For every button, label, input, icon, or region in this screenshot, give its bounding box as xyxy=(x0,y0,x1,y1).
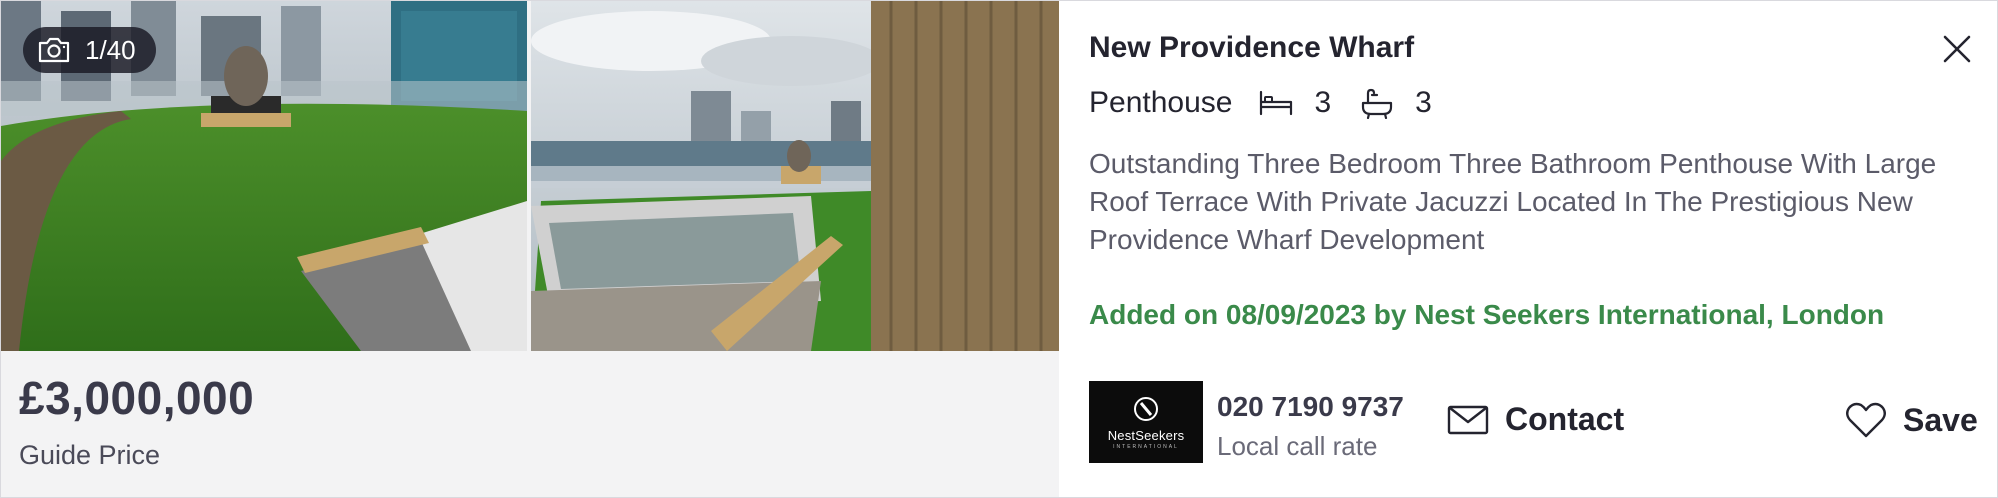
price-qualifier: Guide Price xyxy=(19,440,161,470)
photo-gallery[interactable]: 1/40 xyxy=(1,1,1059,351)
agent-logo-subtext: INTERNATIONAL xyxy=(1113,443,1179,450)
contact-button[interactable]: Contact xyxy=(1447,401,1624,438)
bedroom-count: 3 xyxy=(1314,86,1332,119)
envelope-icon xyxy=(1447,405,1489,434)
bath-icon xyxy=(1362,88,1393,119)
property-title[interactable]: New Providence Wharf xyxy=(1089,31,1414,65)
agent-contact-row: NestSeekers INTERNATIONAL 020 7190 9737 … xyxy=(1089,381,1978,463)
details-panel: New Providence Wharf Penthouse 3 3 Outst… xyxy=(1059,1,1997,497)
price: £3,000,000 xyxy=(19,372,255,424)
hot-tub-photo xyxy=(531,1,1059,351)
gallery-image-2[interactable] xyxy=(531,1,1059,351)
bathroom-count: 3 xyxy=(1415,86,1432,119)
added-by-agent: Added on 08/09/2023 by Nest Seekers Inte… xyxy=(1089,299,1885,330)
agent-logo[interactable]: NestSeekers INTERNATIONAL xyxy=(1089,381,1203,463)
photo-counter-button[interactable]: 1/40 xyxy=(23,27,156,73)
save-button[interactable]: Save xyxy=(1845,401,1978,439)
bed-icon xyxy=(1260,90,1293,116)
heart-icon xyxy=(1846,402,1886,438)
photo-counter-text: 1/40 xyxy=(85,34,136,65)
property-card: 1/40 £3,000,000 Guide Price New Providen… xyxy=(0,0,1998,498)
media-panel: 1/40 £3,000,000 Guide Price xyxy=(1,1,1059,497)
save-button-label: Save xyxy=(1903,401,1978,438)
contact-button-label: Contact xyxy=(1505,401,1625,437)
property-description: Outstanding Three Bedroom Three Bathroom… xyxy=(1089,148,1937,255)
agent-logo-text: NestSeekers xyxy=(1107,427,1185,443)
call-rate-note: Local call rate xyxy=(1217,431,1378,461)
agent-phone-link[interactable]: 020 7190 9737 xyxy=(1217,391,1404,423)
close-icon xyxy=(1943,35,1971,63)
nestseekers-logo-icon xyxy=(1134,396,1158,421)
property-facts: Penthouse 3 3 xyxy=(1089,83,1460,123)
price-section: £3,000,000 Guide Price xyxy=(1,351,1059,497)
camera-icon xyxy=(38,37,70,63)
close-button[interactable] xyxy=(1939,31,1975,67)
property-type: Penthouse xyxy=(1089,86,1233,119)
